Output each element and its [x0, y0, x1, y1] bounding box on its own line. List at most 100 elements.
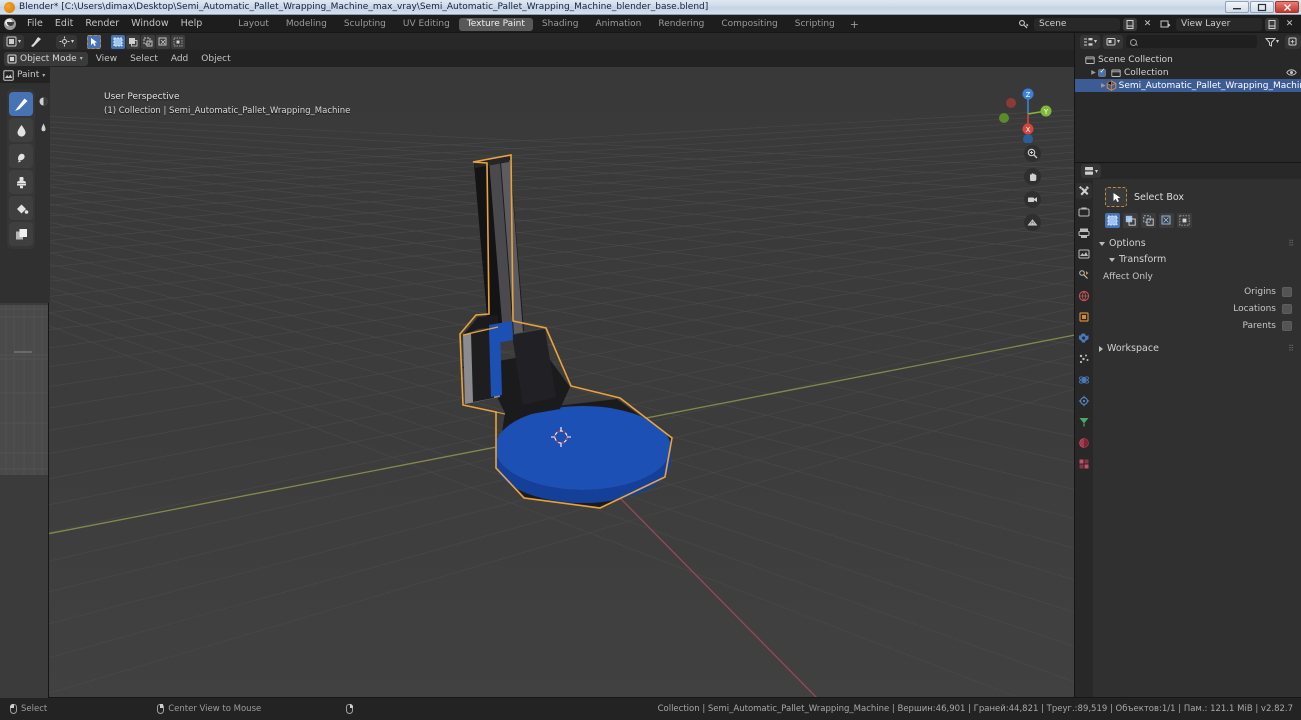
viewport-menu-add[interactable]: Add	[166, 52, 193, 66]
remove-view-layer-icon[interactable]: ✕	[1282, 18, 1297, 31]
editor-type-texture-paint-icon[interactable]: ▾	[3, 34, 25, 49]
viewport-menu-select[interactable]: Select	[125, 52, 163, 66]
add-workspace-button[interactable]: +	[844, 18, 865, 31]
select-mode-invert[interactable]	[1159, 213, 1174, 228]
scene-name-field[interactable]: Scene	[1034, 17, 1120, 31]
paint-mode-label[interactable]: Paint	[17, 70, 39, 80]
brush-preview-icon[interactable]	[26, 35, 46, 49]
outliner-filter-icon[interactable]: ▾	[1262, 35, 1282, 49]
outliner-editor-type-icon[interactable]: ▾	[1080, 34, 1101, 49]
workspace-tab-sculpting[interactable]: Sculpting	[336, 18, 394, 31]
properties-tab-tool[interactable]	[1076, 183, 1092, 199]
editor-divider-vertical[interactable]	[1074, 33, 1075, 698]
unlink-scene-icon[interactable]: ✕	[1140, 18, 1155, 31]
select-mode-extend[interactable]	[1123, 213, 1138, 228]
workspace-tab-rendering[interactable]: Rendering	[650, 18, 712, 31]
paint-tool-soften[interactable]	[9, 118, 33, 142]
properties-editor[interactable]: Select Box Options ⠿ Transform Affect On…	[1075, 179, 1301, 698]
panel-workspace[interactable]: Workspace ⠿	[1099, 341, 1295, 356]
viewport-menu-view[interactable]: View	[91, 52, 122, 66]
paint-tool-smear[interactable]	[9, 144, 33, 168]
affect-only-parents-row[interactable]: Parents	[1099, 318, 1295, 333]
menu-help[interactable]: Help	[175, 16, 209, 32]
new-scene-button[interactable]	[1123, 17, 1137, 31]
properties-tab-world[interactable]	[1076, 288, 1092, 304]
workspace-tab-modeling[interactable]: Modeling	[278, 18, 335, 31]
paint-tool-mask[interactable]	[9, 222, 33, 246]
close-button[interactable]	[1275, 1, 1299, 13]
outliner-panel[interactable]: Scene Collection ▶ Collection ▶ Semi_Aut…	[1075, 50, 1301, 163]
select-invert-button[interactable]	[156, 34, 171, 49]
paint-tool-draw[interactable]	[9, 92, 33, 116]
properties-tab-material[interactable]	[1076, 435, 1092, 451]
outliner-row-collection[interactable]: ▶ Collection	[1075, 66, 1301, 79]
properties-tab-texture[interactable]	[1076, 456, 1092, 472]
properties-tab-physics[interactable]	[1076, 372, 1092, 388]
panel-drag-dots[interactable]: ⠿	[1288, 239, 1295, 248]
properties-tab-output[interactable]	[1076, 225, 1092, 241]
paint-tool-fill[interactable]	[9, 196, 33, 220]
navigation-gizmo[interactable]: Z Y X	[999, 85, 1057, 143]
paint-tool-clone[interactable]	[9, 170, 33, 194]
select-mode-set[interactable]	[1105, 213, 1120, 228]
maximize-button[interactable]	[1250, 1, 1274, 13]
workspace-tab-shading[interactable]: Shading	[534, 18, 587, 31]
affect-locations-checkbox[interactable]	[1282, 303, 1292, 314]
affect-only-origins-row[interactable]: Origins	[1099, 284, 1295, 299]
interaction-mode-dropdown[interactable]: Object Mode ▾	[4, 51, 88, 66]
image-editor-panel[interactable]	[0, 303, 48, 475]
panel-options[interactable]: Options ⠿	[1099, 236, 1295, 251]
menu-file[interactable]: File	[21, 16, 49, 32]
panel-transform[interactable]: Transform	[1099, 252, 1295, 267]
select-extend-button[interactable]	[126, 34, 141, 49]
scene-browse-icon[interactable]	[1016, 18, 1031, 31]
outliner-new-collection-icon[interactable]	[1285, 34, 1301, 49]
properties-editor-type-icon[interactable]: ▾	[1081, 164, 1102, 178]
workspace-tab-compositing[interactable]: Compositing	[713, 18, 785, 31]
menu-render[interactable]: Render	[79, 16, 125, 32]
outliner-row-semi-automatic-pallet-wrapping-machine[interactable]: ▶ Semi_Automatic_Pallet_Wrapping_Machine	[1075, 79, 1301, 92]
affect-origins-checkbox[interactable]	[1282, 286, 1292, 297]
disclosure-triangle-icon[interactable]: ▶	[1089, 66, 1098, 79]
brush-mask-icon[interactable]	[36, 115, 50, 139]
3d-viewport[interactable]: User Perspective (1) Collection | Semi_A…	[0, 67, 1075, 698]
collection-checkbox[interactable]	[1098, 67, 1106, 77]
select-mode-group[interactable]	[111, 34, 186, 49]
blender-logo-icon[interactable]	[4, 18, 16, 30]
properties-tab-render[interactable]	[1076, 204, 1092, 220]
workspace-tab-texture-paint[interactable]: Texture Paint	[458, 17, 533, 31]
properties-tab-particles[interactable]	[1076, 351, 1092, 367]
perspective-grid-icon[interactable]	[1024, 214, 1041, 231]
pan-hand-icon[interactable]	[1024, 168, 1041, 185]
select-box-header-button[interactable]	[87, 34, 102, 49]
view-layer-name-field[interactable]: View Layer	[1176, 17, 1262, 31]
properties-tab-scene[interactable]	[1076, 267, 1092, 283]
brush-cursor-icon[interactable]	[36, 89, 50, 113]
properties-tab-modifier[interactable]	[1076, 330, 1092, 346]
editor-divider-horizontal[interactable]	[1075, 162, 1301, 163]
new-view-layer-button[interactable]	[1265, 17, 1279, 31]
window-controls[interactable]	[1225, 1, 1299, 13]
active-tool-icon[interactable]	[1105, 187, 1127, 207]
properties-tab-object[interactable]	[1076, 309, 1092, 325]
select-mode-intersect[interactable]	[1177, 213, 1192, 228]
menu-edit[interactable]: Edit	[49, 16, 79, 32]
viewport-menu-object[interactable]: Object	[196, 52, 235, 66]
visibility-eye-icon[interactable]	[1285, 67, 1297, 79]
outliner-row-scene-collection[interactable]: Scene Collection	[1075, 53, 1301, 66]
properties-tab-view-layer[interactable]	[1076, 246, 1092, 262]
affect-parents-checkbox[interactable]	[1282, 320, 1292, 331]
affect-only-locations-row[interactable]: Locations	[1099, 301, 1295, 316]
minimize-button[interactable]	[1225, 1, 1249, 13]
camera-icon[interactable]	[1024, 191, 1041, 208]
workspace-tab-uv-editing[interactable]: UV Editing	[395, 18, 458, 31]
menu-window[interactable]: Window	[125, 16, 174, 32]
zoom-icon[interactable]	[1024, 145, 1041, 162]
select-subtract-button[interactable]	[141, 34, 156, 49]
select-mode-subtract[interactable]	[1141, 213, 1156, 228]
properties-tab-data[interactable]	[1076, 414, 1092, 430]
select-set-button[interactable]	[111, 34, 126, 49]
outliner-search-input[interactable]	[1126, 35, 1257, 48]
panel-drag-dots[interactable]: ⠿	[1288, 344, 1295, 353]
image-editor-type-icon[interactable]	[3, 69, 14, 81]
